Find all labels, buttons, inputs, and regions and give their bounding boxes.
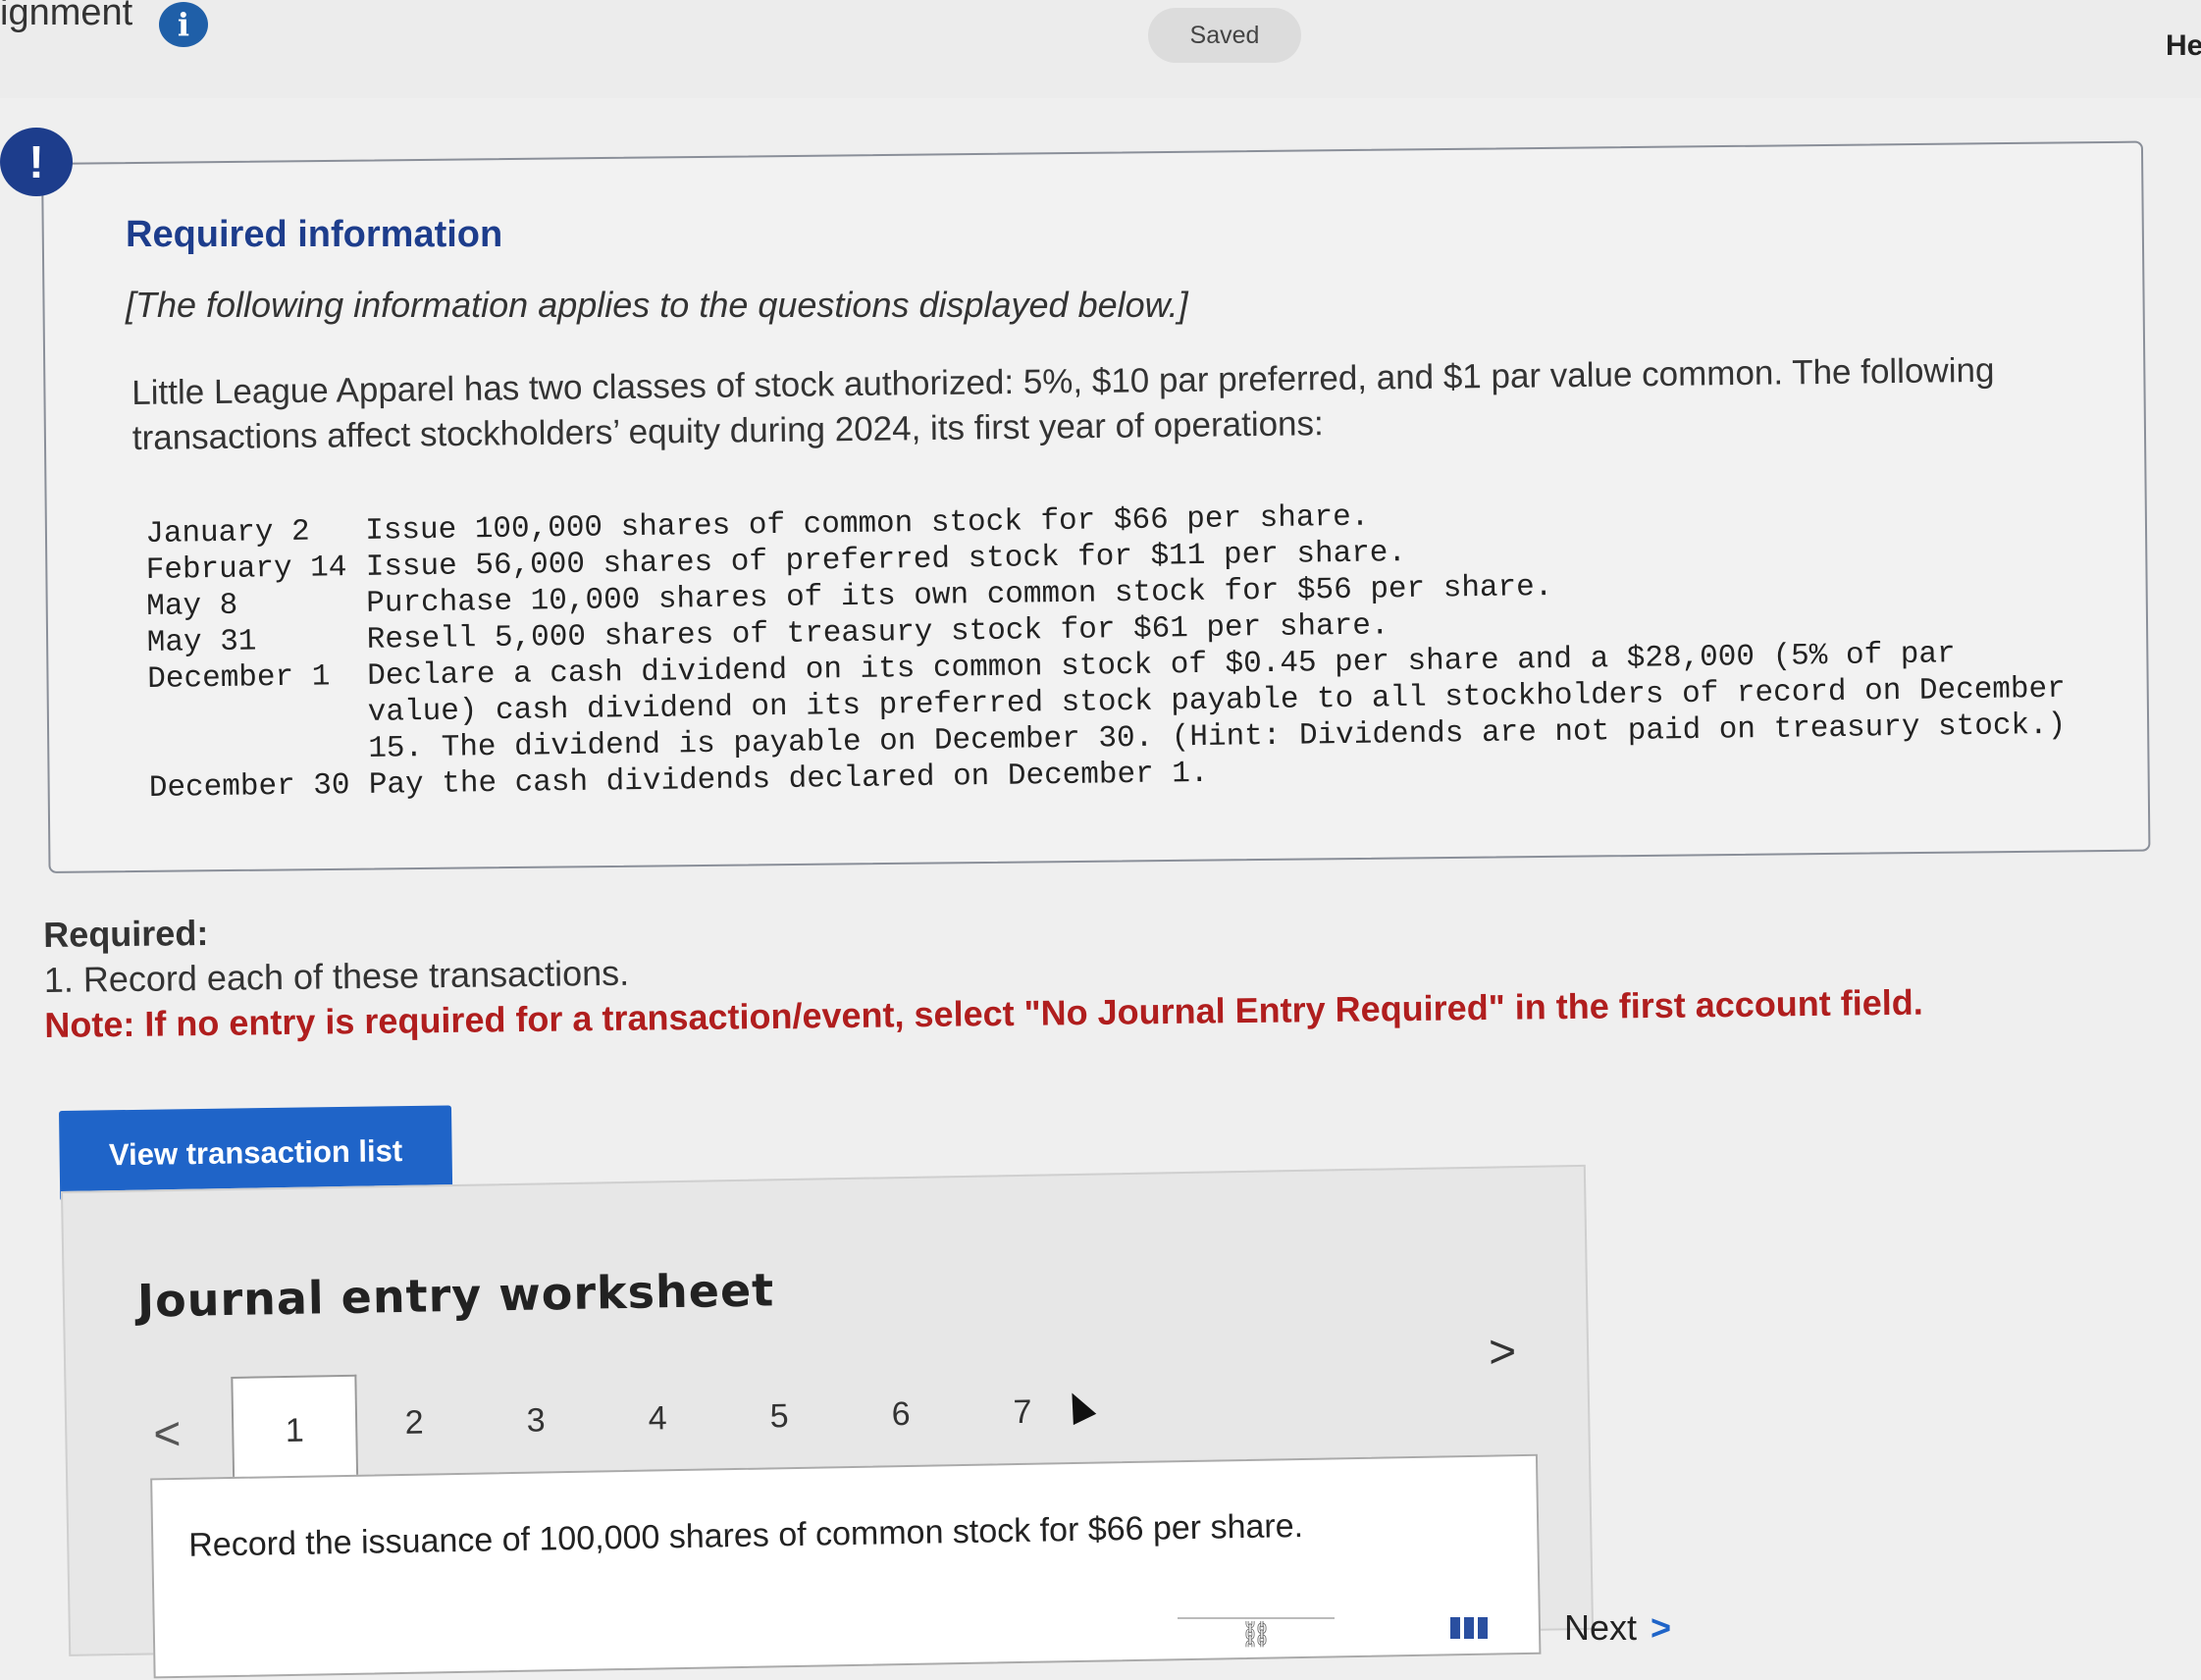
transaction-date: January 2 xyxy=(145,514,310,551)
next-label: Next xyxy=(1564,1607,1638,1648)
journal-entry-worksheet: Journal entry worksheet > < 1 2 3 4 5 6 … xyxy=(61,1164,1595,1679)
transaction-list: January 2 Issue 100,000 shares of common… xyxy=(145,490,2072,807)
worksheet-title: Journal entry worksheet xyxy=(136,1263,775,1328)
chevron-left-icon[interactable]: < xyxy=(153,1407,182,1461)
chevron-right-icon[interactable]: > xyxy=(1489,1325,1517,1379)
transaction-date: February 14 xyxy=(145,551,347,588)
worksheet-instruction: Record the issuance of 100,000 shares of… xyxy=(187,1506,1304,1564)
tab-2[interactable]: 2 xyxy=(352,1373,476,1473)
link-icon[interactable]: ⛓ xyxy=(1178,1617,1335,1649)
tab-7[interactable]: 7 xyxy=(961,1362,1084,1462)
worksheet-tabs: 1 2 3 4 5 6 7 xyxy=(231,1374,1032,1485)
required-information-heading: Required information xyxy=(126,214,503,255)
transaction-date: December 30 xyxy=(148,768,350,806)
help-link[interactable]: He xyxy=(2166,29,2201,63)
assignment-title: ignment xyxy=(0,0,133,33)
chevron-right-icon: > xyxy=(1651,1607,1672,1648)
tab-3[interactable]: 3 xyxy=(474,1371,598,1471)
next-button[interactable]: Next > xyxy=(1564,1607,1671,1649)
bottom-bar: ⛓ Next > xyxy=(1178,1600,2201,1649)
tab-5[interactable]: 5 xyxy=(717,1366,841,1466)
alert-icon: ! xyxy=(0,128,73,196)
tab-6[interactable]: 6 xyxy=(839,1364,963,1464)
tab-1[interactable]: 1 xyxy=(231,1374,359,1485)
applies-note: [The following information applies to th… xyxy=(126,285,1188,325)
tab-4[interactable]: 4 xyxy=(596,1368,719,1468)
transaction-date: May 8 xyxy=(146,588,238,624)
worksheet-panel: Record the issuance of 100,000 shares of… xyxy=(150,1453,1542,1679)
info-icon[interactable]: i xyxy=(159,2,208,47)
transaction-date: December 1 xyxy=(147,659,331,697)
saved-status-badge: Saved xyxy=(1148,8,1301,63)
transaction-date: May 31 xyxy=(146,624,257,660)
top-bar: ignment i Saved He xyxy=(0,0,2201,98)
grid-icon[interactable] xyxy=(1450,1617,1490,1639)
required-section: Required: 1. Record each of these transa… xyxy=(43,889,1968,1048)
